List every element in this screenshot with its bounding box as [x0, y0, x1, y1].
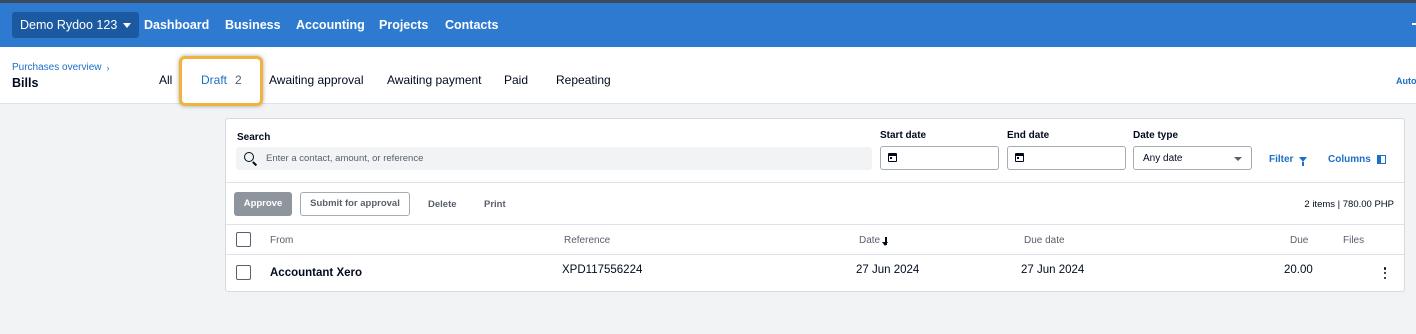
- sort-descending-icon: [880, 236, 890, 246]
- top-navigation-bar: Demo Rydoo 123 Dashboard Business Accoun…: [0, 0, 1416, 47]
- column-header-from[interactable]: From: [270, 235, 293, 246]
- row-due-date: 27 Jun 2024: [1021, 264, 1085, 276]
- row-checkbox[interactable]: [236, 265, 251, 280]
- search-label: Search: [237, 132, 271, 143]
- column-header-due-date[interactable]: Due date: [1024, 235, 1065, 246]
- breadcrumb-purchases-overview[interactable]: Purchases overview: [12, 62, 101, 73]
- date-type-value: Any date: [1143, 153, 1183, 164]
- tab-all[interactable]: All: [159, 73, 172, 87]
- select-all-checkbox[interactable]: [236, 232, 251, 247]
- search-input[interactable]: [266, 150, 856, 167]
- columns-label: Columns: [1328, 154, 1371, 165]
- bills-panel: Search Start date End date Date type Any…: [225, 118, 1405, 292]
- calendar-icon: [888, 153, 897, 162]
- row-from[interactable]: Accountant Xero: [270, 267, 362, 279]
- topbar-overflow-mark: [1412, 23, 1416, 25]
- end-date-label: End date: [1007, 130, 1050, 141]
- calendar-icon: [1015, 153, 1024, 162]
- filter-label: Filter: [1269, 154, 1294, 165]
- print-button[interactable]: Print: [484, 199, 506, 210]
- divider: [226, 224, 1404, 225]
- column-header-reference[interactable]: Reference: [564, 235, 610, 246]
- nav-projects[interactable]: Projects: [379, 12, 428, 38]
- filter-icon: [1299, 157, 1308, 166]
- row-date: 27 Jun 2024: [856, 264, 920, 276]
- page-title: Bills: [12, 76, 39, 90]
- organisation-switcher-button[interactable]: Demo Rydoo 123: [12, 12, 140, 38]
- tab-awaiting-approval[interactable]: Awaiting approval: [269, 73, 364, 87]
- tab-repeating[interactable]: Repeating: [556, 73, 611, 87]
- nav-accounting[interactable]: Accounting: [296, 12, 365, 38]
- chevron-down-icon: [1234, 157, 1242, 161]
- row-due: 20.00: [1284, 264, 1313, 276]
- chevron-right-icon: ›: [106, 62, 110, 73]
- columns-button[interactable]: Columns: [1328, 154, 1386, 165]
- delete-button[interactable]: Delete: [428, 199, 457, 210]
- divider: [226, 182, 1404, 183]
- search-icon: [244, 152, 254, 162]
- tab-paid[interactable]: Paid: [504, 73, 528, 87]
- divider: [226, 254, 1404, 255]
- date-type-select[interactable]: Any date: [1133, 146, 1252, 170]
- nav-contacts[interactable]: Contacts: [445, 12, 498, 38]
- search-field[interactable]: [236, 147, 872, 170]
- auto-link[interactable]: Auto: [1396, 76, 1416, 86]
- nav-business[interactable]: Business: [225, 12, 281, 38]
- start-date-label: Start date: [880, 130, 927, 141]
- columns-icon: [1376, 155, 1386, 164]
- breadcrumb[interactable]: Purchases overview ›: [12, 62, 109, 73]
- column-header-date[interactable]: Date: [859, 235, 890, 246]
- end-date-input[interactable]: [1007, 146, 1126, 170]
- filter-button[interactable]: Filter: [1269, 154, 1308, 166]
- row-reference: XPD117556224: [562, 264, 643, 276]
- approve-button[interactable]: Approve: [234, 192, 292, 216]
- organisation-name: Demo Rydoo 123: [20, 18, 118, 32]
- draft-tab-highlight: [179, 56, 263, 106]
- items-summary: 2 items | 780.00 PHP: [1304, 199, 1394, 210]
- caret-down-icon: [123, 22, 132, 28]
- tab-awaiting-payment[interactable]: Awaiting payment: [387, 73, 482, 87]
- date-type-label: Date type: [1133, 130, 1179, 141]
- column-header-date-label: Date: [859, 235, 881, 246]
- column-header-files: Files: [1343, 235, 1365, 246]
- nav-dashboard[interactable]: Dashboard: [144, 12, 209, 38]
- more-options-icon[interactable]: [1383, 267, 1387, 279]
- column-header-due[interactable]: Due: [1290, 235, 1308, 246]
- start-date-input[interactable]: [880, 146, 999, 170]
- submit-for-approval-button[interactable]: Submit for approval: [300, 192, 410, 216]
